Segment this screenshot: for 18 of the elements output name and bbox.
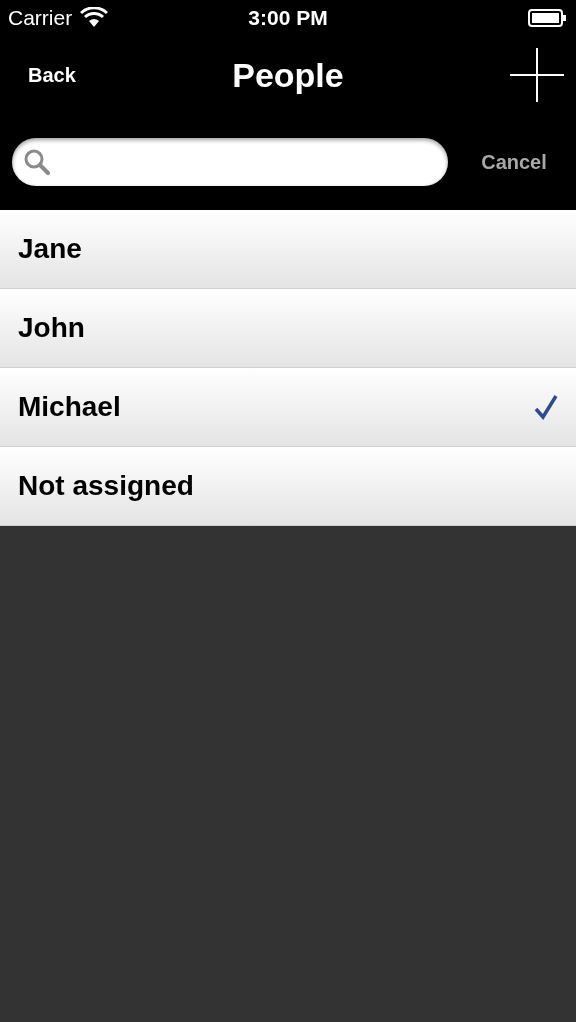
list-row[interactable]: Jane: [0, 210, 576, 289]
cancel-button[interactable]: Cancel: [464, 147, 564, 177]
add-button[interactable]: [510, 48, 564, 102]
status-time: 3:00 PM: [248, 5, 328, 32]
battery-icon: [528, 8, 568, 28]
back-button[interactable]: Back: [12, 60, 132, 90]
search-icon: [24, 149, 50, 175]
list-row[interactable]: Michael: [0, 368, 576, 447]
list-row[interactable]: John: [0, 289, 576, 368]
row-label: Michael: [18, 390, 121, 424]
carrier-label: Carrier: [8, 5, 73, 32]
row-label: Not assigned: [18, 469, 194, 503]
row-label: Jane: [18, 232, 82, 266]
list-row[interactable]: Not assigned: [0, 447, 576, 526]
nav-title: People: [232, 54, 344, 96]
search-field[interactable]: [12, 138, 448, 186]
row-label: John: [18, 311, 85, 345]
wifi-icon: [80, 7, 109, 29]
